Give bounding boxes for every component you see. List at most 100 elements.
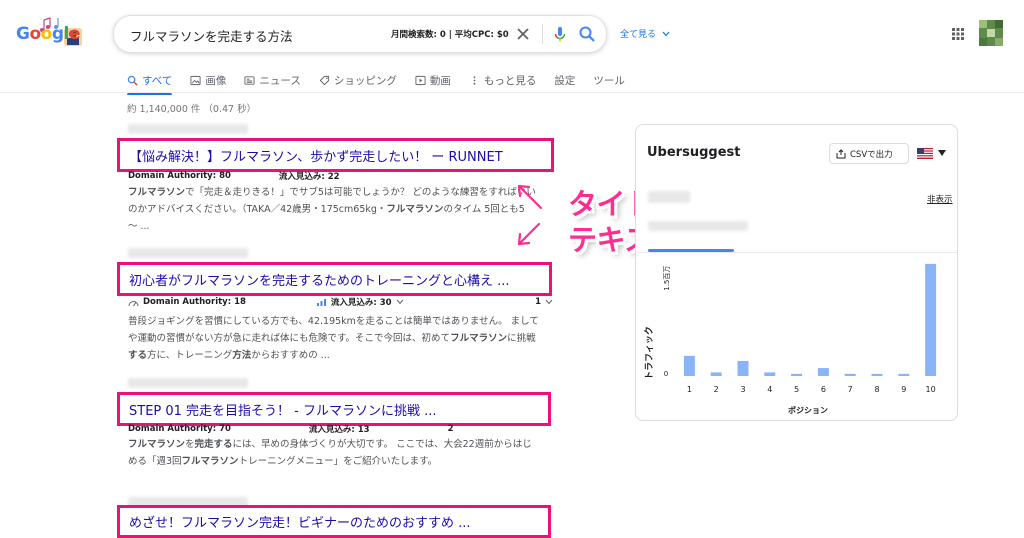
x-tick-label: 10 [926,385,936,394]
caret-down-icon[interactable] [938,150,946,156]
us-flag-icon[interactable] [917,148,933,159]
backlink-count: 2 [447,424,454,434]
x-tick-label: 1 [687,385,692,394]
blurred-url [128,124,248,134]
chart-bar-3[interactable] [737,360,749,376]
domain-authority: Domain Authority: 80 [128,171,231,181]
chevron-down-icon[interactable] [545,299,553,305]
tab-label: ツール [593,74,625,87]
annotation-arrows-icon [517,184,543,246]
search-tabs: すべて 画像 ニュース ショッピング 動画 もっと見る 設定 ツール [127,69,643,95]
tab-all[interactable]: すべて [127,69,173,95]
traffic-icon [316,298,326,306]
tab-label: ニュース [259,74,301,87]
tab-images[interactable]: 画像 [190,69,226,91]
search-icon[interactable] [577,24,597,44]
traffic-estimate: 流入見込み: 30 [330,298,392,308]
blurred-metric [648,221,748,231]
chart-bar-1[interactable] [683,355,695,376]
blurred-url [128,248,248,258]
chart-bar-10[interactable] [925,263,937,376]
image-icon [190,75,201,85]
x-tick-label: 4 [767,385,772,394]
result-title-link[interactable]: めざせ！フルマラソン完走！ビギナーのためのおすすめ ... [129,512,471,531]
ubersuggest-panel: Ubersuggest CSVで出力 非表示 トラフィック ポジション 0 1.5… [635,124,958,421]
result-title-link[interactable]: STEP 01 完走を目指そう！ - フルマラソンに挑戦 ... [129,400,437,419]
tab-label: 画像 [205,74,227,87]
result-title-link[interactable]: 初心者がフルマラソンを完走するためのトレーニングと心構え ... [129,270,510,289]
see-all-link[interactable]: 全て見る [620,27,670,40]
tab-shopping[interactable]: ショッピング [319,69,397,91]
x-tick-label: 8 [874,385,879,394]
title-highlight-box: 初心者がフルマラソンを完走するためのトレーニングと心構え ... [117,262,552,296]
search-divider [542,24,543,44]
chart-bar-6[interactable] [817,368,829,376]
more-vert-icon [473,75,476,85]
chart-bar-4[interactable] [764,372,776,376]
microphone-icon[interactable] [550,24,570,44]
result-snippet: フルマラソンで「完走＆走りきる！」でサブ5は可能でしょうか？ どのような練習をす… [128,187,536,232]
y-tick-label: 1.5百万 [663,266,671,291]
tab-label: すべて [142,74,173,87]
result-snippet: 普段ジョギングを習慣にしている方でも、42.195kmを走ることは簡単ではありま… [128,316,539,361]
panel-title: Ubersuggest [647,145,741,160]
y-tick-label: 0 [664,370,668,378]
result-count: 約 1,140,000 件 （0.47 秒） [127,104,257,115]
chart-bar-7[interactable] [844,373,856,376]
tab-label: ショッピング [333,74,397,87]
chevron-down-icon[interactable] [396,299,404,305]
search-box[interactable]: フルマラソンを完走する方法 月間検索数: 0 | 平均CPC: $0 [113,15,607,53]
tag-icon [319,75,329,85]
tab-more[interactable]: もっと見る [469,69,537,91]
result-snippet: フルマラソンを完走するには、早めの身体づくりが大切です。 ここでは、大会22週前… [128,439,532,467]
google-logo-text: Google [16,24,80,44]
tab-settings[interactable]: 設定 [554,69,575,91]
close-icon[interactable] [513,24,533,44]
backlink-count: 1 [535,297,541,307]
hide-link[interactable]: 非表示 [927,193,953,205]
csv-export-button[interactable]: CSVで出力 [829,143,909,164]
title-highlight-box: STEP 01 完走を目指そう！ - フルマラソンに挑戦 ... [117,392,551,426]
x-tick-label: 9 [901,385,906,394]
title-highlight-box: 【悩み解決！】フルマラソン、歩かず完走したい！ ー RUNNET [117,138,554,172]
x-axis-label: ポジション [788,405,828,415]
domain-authority: Domain Authority: 70 [128,424,231,434]
x-tick-label: 7 [848,385,853,394]
domain-authority: Domain Authority: 18 [143,297,246,307]
export-icon [836,148,846,158]
traffic-estimate: 流入見込み: 13 [308,425,370,435]
traffic-bar-chart: トラフィック ポジション 0 1.5百万 1 2 3 4 5 6 7 8 9 10 [644,263,937,415]
tab-label: 動画 [429,74,451,87]
avatar[interactable] [979,20,1003,46]
play-icon [415,75,426,85]
tab-label: 設定 [554,74,576,87]
chart-bar-5[interactable] [791,373,803,376]
chart-bar-2[interactable] [710,372,722,376]
tabs-divider [0,92,1024,93]
title-highlight-box: めざせ！フルマラソン完走！ビギナーのためのおすすめ ... [117,505,551,538]
x-tick-label: 3 [740,385,745,394]
google-doodle-logo[interactable]: Google [14,14,86,50]
result-title-link[interactable]: 【悩み解決！】フルマラソン、歩かず完走したい！ ー RUNNET [129,146,503,165]
tab-label: もっと見る [483,74,537,87]
result-meta: Domain Authority: 80 流入見込み: 22 [128,170,340,182]
keyword-stats: 月間検索数: 0 | 平均CPC: $0 [391,30,509,40]
result-meta: Domain Authority: 18 流入見込み: 30 1 [128,296,553,308]
x-tick-label: 5 [794,385,799,394]
blurred-metric [648,191,690,203]
domain-authority-icon [128,300,139,306]
see-all-label: 全て見る [620,30,657,40]
apps-grid-icon[interactable] [951,27,965,41]
search-input[interactable]: フルマラソンを完走する方法 [130,26,293,45]
traffic-estimate: 流入見込み: 22 [278,172,340,182]
tab-news[interactable]: ニュース [244,69,301,91]
search-icon [127,75,138,86]
blurred-url [128,378,248,388]
y-axis-label: トラフィック [644,326,655,380]
x-tick-label: 6 [821,385,826,394]
tab-tools[interactable]: ツール [593,69,625,91]
tab-videos[interactable]: 動画 [415,69,451,91]
chart-bar-8[interactable] [871,373,883,376]
chart-bar-9[interactable] [898,373,910,376]
chevron-down-icon [662,31,670,37]
